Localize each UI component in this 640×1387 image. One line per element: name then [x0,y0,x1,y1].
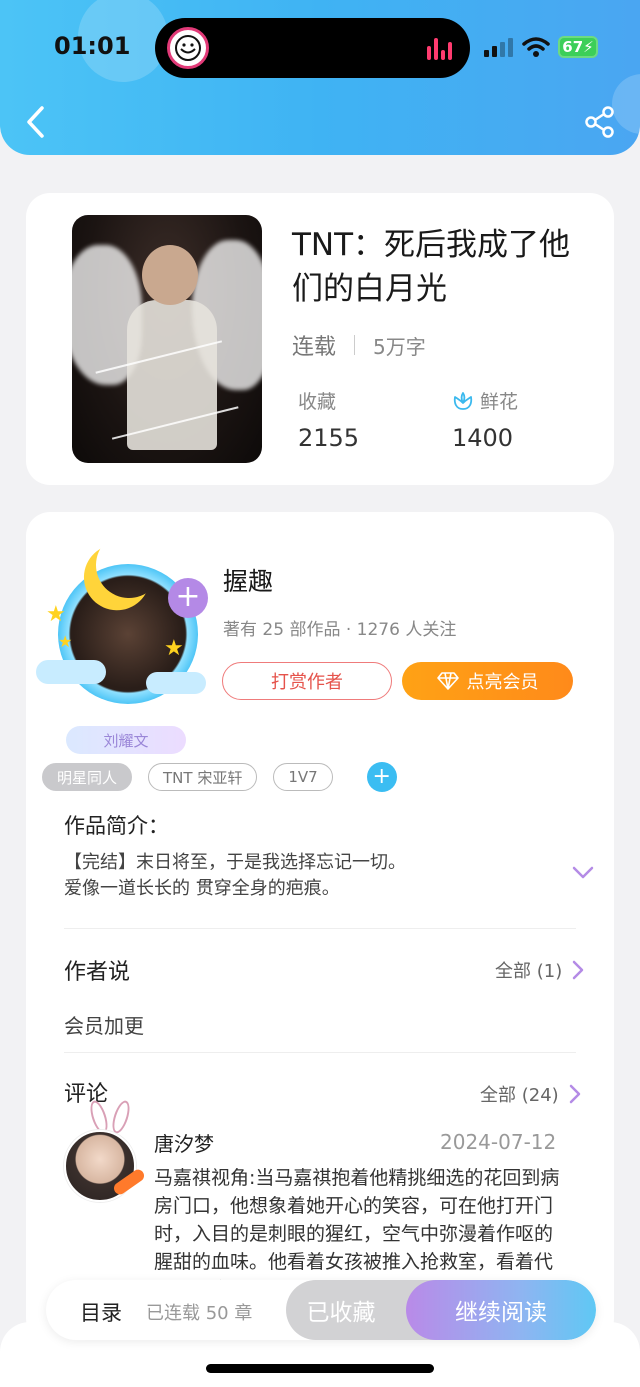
author-says-title: 作者说 [64,960,131,985]
chevron-right-icon [572,960,584,980]
tag-item[interactable]: TNT 宋亚轩 [148,763,258,791]
share-icon[interactable] [584,106,616,138]
vip-button-label: 点亮会员 [466,672,539,693]
decor-bubble [612,74,640,134]
intro-title: 作品简介： [64,814,169,838]
tag-item[interactable]: 1V7 [273,763,333,791]
dynamic-island [155,18,470,78]
flower-icon [453,391,473,410]
toc-button[interactable]: 目录 [80,1297,122,1327]
author-avatar-frame[interactable]: ★ ★ ★ + 刘耀文 [36,532,208,754]
flowers-count: 1400 [452,424,514,452]
book-cover[interactable] [72,215,262,463]
continue-reading-button[interactable]: 继续阅读 [406,1280,596,1340]
diamond-icon [436,672,459,690]
audio-level-icon [427,36,452,60]
favorites-label: 收藏 [298,391,337,413]
book-status: 连载 [292,335,337,360]
comments-all-label: 全部 (24) [480,1085,559,1106]
music-app-icon [167,27,209,69]
divider [64,1052,576,1053]
word-count: 5万字 [373,334,426,359]
comment-date: 2024-07-12 [440,1130,557,1154]
tag-list: 明星同人 TNT 宋亚轩 1V7 + [42,762,397,792]
follow-plus-button[interactable]: + [168,578,208,618]
add-tag-button[interactable]: + [366,762,397,792]
flowers-stat[interactable]: 鲜花 1400 [452,387,518,452]
collected-label: 已收藏 [306,1300,376,1326]
divider [64,928,576,929]
author-fan-badge: 刘耀文 [66,726,186,754]
author-meta: 著有 25 部作品 · 1276 人关注 [223,620,457,640]
star-icon: ★ [46,602,66,627]
vip-button[interactable]: 点亮会员 [402,662,573,700]
star-icon: ★ [58,632,73,651]
chevron-down-icon[interactable] [572,866,594,880]
comments-title: 评论 [64,1082,109,1107]
intro-line: 【完结】末日将至，于是我选择忘记一切。 [64,852,406,873]
favorites-stat: 收藏 2155 [298,387,359,452]
battery-icon: 67 ⚡ [558,36,598,58]
intro-text: 【完结】末日将至，于是我选择忘记一切。 爱像一道长长的 贯穿全身的疤痕。 [64,850,504,902]
back-icon[interactable] [22,104,50,140]
home-indicator [206,1364,434,1373]
author-says-all-label: 全部 (1) [495,961,563,982]
author-details-card: ★ ★ ★ + 刘耀文 握趣 著有 25 部作品 · 1276 人关注 打赏作者… [26,512,614,1342]
status-time: 01:01 [54,32,131,60]
comments-all-link[interactable]: 全部 (24) [480,1081,581,1107]
cover-figure-head [142,245,198,305]
battery-level: 67 [562,38,584,56]
flowers-label: 鲜花 [480,391,519,413]
author-says-content: 会员加更 [64,1014,144,1038]
chevron-right-icon [569,1084,580,1104]
tag-item[interactable]: 明星同人 [42,763,133,791]
reward-author-button[interactable]: 打赏作者 [222,662,392,700]
book-meta: 连载 5万字 [292,329,426,361]
cloud-decor [36,660,106,684]
signal-icon [484,38,513,57]
author-name[interactable]: 握趣 [223,562,273,598]
comment-author[interactable]: 唐汐梦 [154,1128,214,1157]
favorites-count: 2155 [298,424,360,452]
serial-status: 已连载 50 章 [146,1303,253,1324]
book-title: TNT：死后我成了他们的白月光 [292,227,571,307]
bottom-action-bar: 目录 已连载 50 章 已收藏 继续阅读 [46,1280,596,1340]
wifi-icon [522,37,550,57]
intro-line: 爱像一道长长的 贯穿全身的疤痕。 [64,878,340,899]
author-says-all-link[interactable]: 全部 (1) [495,957,584,983]
header-bar: 01:01 67 ⚡ [0,0,640,155]
meta-divider [354,335,356,355]
book-info-card: TNT：死后我成了他们的白月光 连载 5万字 收藏 2155 鲜花 1400 [26,193,614,485]
star-icon: ★ [164,636,184,661]
cloud-decor [146,672,206,694]
